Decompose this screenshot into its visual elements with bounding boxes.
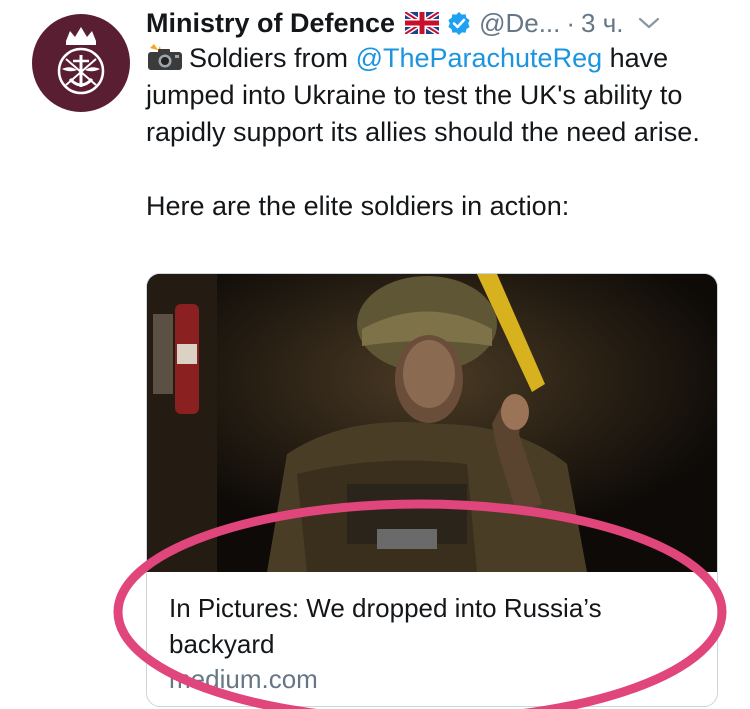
mention-link[interactable]: @TheParachuteReg xyxy=(356,43,603,73)
card-domain: medium.com xyxy=(169,664,318,694)
camera-flash-icon xyxy=(146,43,186,70)
chevron-down-icon[interactable] xyxy=(638,16,660,30)
author-avatar[interactable] xyxy=(32,14,130,112)
tweet-text-soldiers: Soldiers from xyxy=(189,43,356,73)
card-image[interactable] xyxy=(147,274,717,572)
tweet-timestamp[interactable]: 3 ч. xyxy=(581,8,623,39)
mod-crest-logo xyxy=(57,27,105,95)
tweet-paragraph-1: Soldiers from @TheParachuteReg have jump… xyxy=(146,40,726,151)
author-name[interactable]: Ministry of Defence xyxy=(146,8,395,39)
author-handle[interactable]: @De... xyxy=(479,8,560,39)
verified-badge-icon xyxy=(447,11,471,35)
tweet-paragraph-2: Here are the elite soldiers in action: xyxy=(146,191,570,221)
header-separator: · xyxy=(566,7,576,38)
tweet-header: Ministry of Defence @De... · 3 ч. xyxy=(146,6,736,40)
tweet-text: Soldiers from @TheParachuteReg have jump… xyxy=(146,40,726,225)
link-card[interactable]: In Pictures: We dropped into Russia’s ba… xyxy=(146,273,718,707)
uk-flag-icon xyxy=(403,9,441,37)
card-title[interactable]: In Pictures: We dropped into Russia’s ba… xyxy=(169,590,699,662)
soldier-photo xyxy=(147,274,717,572)
